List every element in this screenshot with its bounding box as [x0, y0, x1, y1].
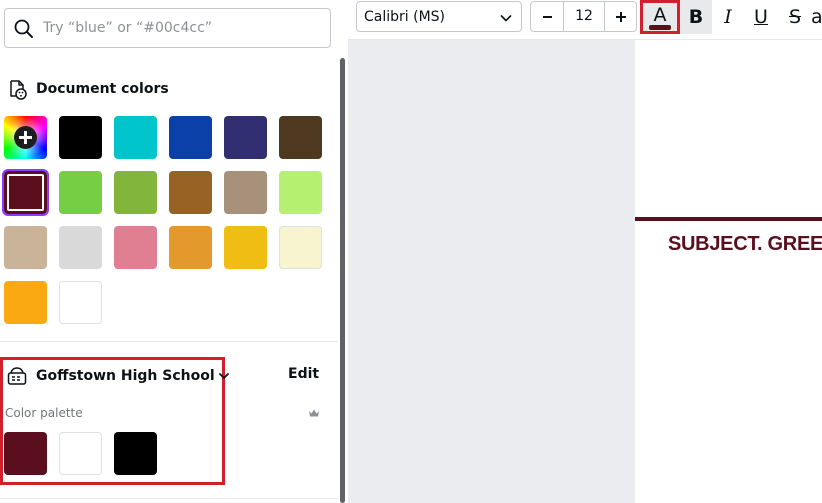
- document-color-swatch[interactable]: [59, 281, 102, 324]
- document-color-swatch[interactable]: [59, 116, 102, 159]
- document-colors-title: Document colors: [36, 81, 169, 97]
- panel-scrollbar-thumb[interactable]: [340, 58, 345, 503]
- document-color-swatch[interactable]: [279, 226, 322, 269]
- brand-color-swatch[interactable]: [4, 432, 47, 475]
- brand-kit-selector[interactable]: Goffstown High School: [6, 364, 231, 388]
- font-size-stepper: 12: [530, 1, 637, 32]
- crown-icon: [309, 409, 319, 417]
- section-divider: [0, 341, 338, 342]
- color-panel: Document colors Goffstown High School Ed…: [0, 0, 338, 503]
- search-icon: [14, 19, 33, 38]
- document-color-swatch[interactable]: [2, 169, 49, 216]
- brand-kit-name: Goffstown High School: [36, 368, 215, 384]
- font-size-value[interactable]: 12: [564, 2, 604, 31]
- italic-button[interactable]: I: [712, 0, 744, 34]
- decrease-font-size-button[interactable]: [531, 2, 564, 31]
- document-color-swatch[interactable]: [114, 226, 157, 269]
- strikethrough-button[interactable]: S: [779, 0, 811, 34]
- color-search-box[interactable]: [4, 8, 331, 48]
- font-family-dropdown[interactable]: Calibri (MS): [356, 1, 522, 32]
- chevron-down-icon: [500, 15, 512, 22]
- chevron-down-icon: [218, 373, 229, 379]
- text-color-indicator: [649, 25, 671, 30]
- palette-document-icon: [10, 80, 27, 100]
- document-color-swatch[interactable]: [114, 116, 157, 159]
- document-color-swatch[interactable]: [169, 116, 212, 159]
- text-color-button[interactable]: A: [640, 0, 680, 34]
- document-color-swatch[interactable]: [114, 171, 157, 214]
- document-color-swatch[interactable]: [59, 226, 102, 269]
- add-color-button[interactable]: [4, 116, 47, 159]
- document-color-swatch[interactable]: [224, 226, 267, 269]
- document-colors-header: Document colors: [6, 77, 169, 101]
- bold-button[interactable]: B: [680, 0, 712, 34]
- text-color-letter: A: [653, 4, 667, 26]
- document-color-swatch[interactable]: [224, 171, 267, 214]
- design-page[interactable]: [635, 40, 822, 503]
- underline-button[interactable]: U: [745, 0, 777, 34]
- document-color-swatch[interactable]: [224, 116, 267, 159]
- document-color-swatch[interactable]: [279, 171, 322, 214]
- color-search-input[interactable]: [43, 16, 323, 40]
- document-color-swatch[interactable]: [59, 171, 102, 214]
- plus-icon: [14, 126, 37, 149]
- increase-font-size-button[interactable]: [604, 2, 636, 31]
- document-color-swatch[interactable]: [169, 226, 212, 269]
- letter-case-button[interactable]: a: [811, 0, 822, 34]
- document-color-swatch[interactable]: [4, 226, 47, 269]
- color-palette-label: Color palette: [5, 406, 83, 420]
- brand-color-swatch[interactable]: [59, 432, 102, 475]
- subject-text-box[interactable]: SUBJECT. GREE: [668, 233, 822, 256]
- section-divider: [0, 498, 338, 499]
- brand-kit-icon: [7, 367, 27, 385]
- page-header-rule: [635, 217, 822, 221]
- font-family-value: Calibri (MS): [364, 9, 446, 25]
- edit-brand-kit-button[interactable]: Edit: [288, 366, 319, 382]
- document-color-swatch[interactable]: [4, 281, 47, 324]
- document-color-swatch[interactable]: [279, 116, 322, 159]
- brand-color-swatch[interactable]: [114, 432, 157, 475]
- document-color-swatch[interactable]: [169, 171, 212, 214]
